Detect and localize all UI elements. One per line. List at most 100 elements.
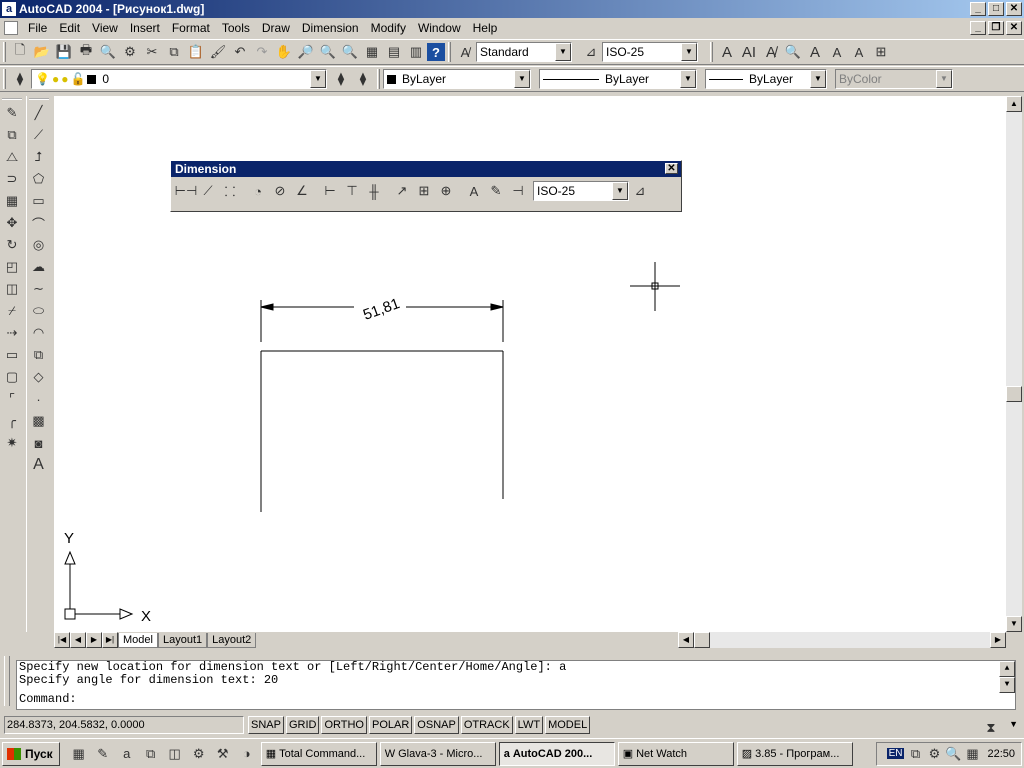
text-style-icon[interactable]: A̸	[454, 41, 476, 63]
horizontal-scroll-thumb[interactable]	[694, 632, 710, 648]
offset-icon[interactable]: ⊃	[1, 168, 23, 190]
baseline-dimension-icon[interactable]: ⊤	[341, 180, 363, 202]
minimize-button[interactable]: _	[970, 2, 986, 16]
snap-toggle[interactable]: SNAP	[248, 716, 284, 734]
redo-icon[interactable]: ↷	[251, 41, 273, 63]
continue-dimension-icon[interactable]: ╫	[363, 180, 385, 202]
otrack-toggle[interactable]: OTRACK	[460, 716, 513, 734]
ordinate-dimension-icon[interactable]: ⸬	[219, 180, 241, 202]
hatch-icon[interactable]: ▩	[28, 410, 50, 432]
revision-cloud-icon[interactable]: ☁	[28, 256, 50, 278]
next-tab-icon[interactable]: ▶	[86, 632, 102, 648]
design-center-icon[interactable]: ▤	[383, 41, 405, 63]
quick-dimension-icon[interactable]: ⊢	[319, 180, 341, 202]
dimension-toolbar-title[interactable]: Dimension ✕	[171, 161, 681, 177]
toolbar-grip[interactable]	[3, 69, 6, 89]
command-window[interactable]: Specify new location for dimension text …	[16, 660, 1016, 710]
erase-icon[interactable]: ✎	[1, 102, 23, 124]
angular-dimension-icon[interactable]: ∠	[291, 180, 313, 202]
dimension-style-icon[interactable]: ⊿	[629, 180, 651, 202]
doc-close-button[interactable]: ✕	[1006, 21, 1022, 35]
maximize-button[interactable]: □	[988, 2, 1004, 16]
stretch-icon[interactable]: ◫	[1, 278, 23, 300]
open-icon[interactable]: 📂	[31, 41, 53, 63]
status-menu-icon[interactable]: ▼	[1009, 719, 1018, 729]
quicklaunch-icon[interactable]: ⚒	[212, 743, 234, 765]
scroll-up-icon[interactable]: ▲	[999, 661, 1015, 677]
menu-draw[interactable]: Draw	[256, 19, 296, 37]
horizontal-scroll-track[interactable]	[710, 632, 990, 648]
menu-dimension[interactable]: Dimension	[296, 19, 365, 37]
task-word[interactable]: W Glava-3 - Micro...	[379, 741, 496, 766]
copy-icon[interactable]: ⧉	[163, 41, 185, 63]
dimension-style-combo[interactable]: ISO-25 ▼	[533, 181, 629, 201]
quick-leader-icon[interactable]: ↗	[391, 180, 413, 202]
scroll-down-icon[interactable]: ▼	[999, 677, 1015, 693]
ortho-toggle[interactable]: ORTHO	[321, 716, 367, 734]
scroll-down-icon[interactable]: ▼	[1006, 616, 1022, 632]
doc-restore-button[interactable]: ❐	[988, 21, 1004, 35]
task-image-viewer[interactable]: ▨ 3.85 - Програм...	[736, 741, 853, 766]
rotate-icon[interactable]: ↻	[1, 234, 23, 256]
tab-model[interactable]: Model	[118, 632, 158, 648]
autocad-quicklaunch-icon[interactable]: a	[116, 743, 138, 765]
chevron-down-icon[interactable]: ▼	[681, 43, 697, 61]
last-tab-icon[interactable]: ▶|	[102, 632, 118, 648]
tray-app-icon[interactable]: ▦	[964, 743, 980, 765]
help-icon[interactable]: ?	[427, 43, 445, 61]
lwt-toggle[interactable]: LWT	[514, 716, 544, 734]
make-object-layer-current-icon[interactable]: ⧫	[330, 68, 352, 90]
fillet-icon[interactable]: ╭	[1, 410, 23, 432]
menu-format[interactable]: Format	[166, 19, 216, 37]
rectangle-icon[interactable]: ▭	[28, 190, 50, 212]
scroll-thumb[interactable]	[1006, 386, 1022, 402]
menu-window[interactable]: Window	[412, 19, 467, 37]
menu-view[interactable]: View	[86, 19, 124, 37]
print-icon[interactable]: 🖶	[75, 41, 97, 63]
publish-icon[interactable]: ⚙	[119, 41, 141, 63]
construction-line-icon[interactable]: ⟋	[28, 124, 50, 146]
autocad-app-icon[interactable]: a	[2, 2, 16, 16]
save-icon[interactable]: 💾	[53, 41, 75, 63]
arc-icon[interactable]: ⌒	[28, 212, 50, 234]
quicklaunch-icon[interactable]: ✎	[92, 743, 114, 765]
vertical-scrollbar[interactable]: ▲ ▼	[1006, 96, 1022, 632]
task-net-watch[interactable]: ▣ Net Watch	[617, 741, 734, 766]
osnap-toggle[interactable]: OSNAP	[414, 716, 459, 734]
chevron-down-icon[interactable]: ▼	[555, 43, 571, 61]
paste-icon[interactable]: 📋	[185, 41, 207, 63]
menu-file[interactable]: File	[22, 19, 53, 37]
spell-check-icon[interactable]: A	[804, 41, 826, 63]
array-icon[interactable]: ▦	[1, 190, 23, 212]
radius-dimension-icon[interactable]: ◔	[247, 180, 269, 202]
trim-icon[interactable]: ⌿	[1, 300, 23, 322]
break-icon[interactable]: ▢	[1, 366, 23, 388]
line-icon[interactable]: ╱	[28, 102, 50, 124]
properties-icon[interactable]: ▦	[361, 41, 383, 63]
aligned-dimension-icon[interactable]: ⟋	[197, 180, 219, 202]
find-replace-icon[interactable]: 🔍	[782, 41, 804, 63]
menu-tools[interactable]: Tools	[216, 19, 256, 37]
convert-distance-icon[interactable]: ⊞	[870, 41, 892, 63]
menu-insert[interactable]: Insert	[124, 19, 166, 37]
tab-layout1[interactable]: Layout1	[157, 632, 208, 648]
quicklaunch-icon[interactable]: ◑	[236, 743, 258, 765]
center-mark-icon[interactable]: ⊕	[435, 180, 457, 202]
linear-dimension-icon[interactable]: ⊢⊣	[175, 180, 198, 202]
mirror-icon[interactable]: ⧍	[1, 146, 23, 168]
chevron-down-icon[interactable]: ▼	[310, 70, 326, 88]
lineweight-combo[interactable]: ByLayer ▼	[705, 69, 827, 89]
linetype-combo[interactable]: ByLayer ▼	[539, 69, 697, 89]
chevron-down-icon[interactable]: ▼	[680, 70, 696, 88]
network-icon[interactable]: ⧉	[907, 743, 923, 765]
chamfer-icon[interactable]: ⌜	[1, 388, 23, 410]
undo-icon[interactable]: ↶	[229, 41, 251, 63]
quicklaunch-icon[interactable]: ◫	[164, 743, 186, 765]
color-combo[interactable]: ByLayer ▼	[383, 69, 531, 89]
close-button[interactable]: ✕	[1006, 2, 1022, 16]
close-icon[interactable]: ✕	[665, 163, 678, 174]
coordinate-display[interactable]: 284.8373, 204.5832, 0.0000	[4, 716, 244, 734]
dimension-text-edit-icon[interactable]: ✎	[485, 180, 507, 202]
tolerance-icon[interactable]: ⊞	[413, 180, 435, 202]
extend-icon[interactable]: ⇢	[1, 322, 23, 344]
